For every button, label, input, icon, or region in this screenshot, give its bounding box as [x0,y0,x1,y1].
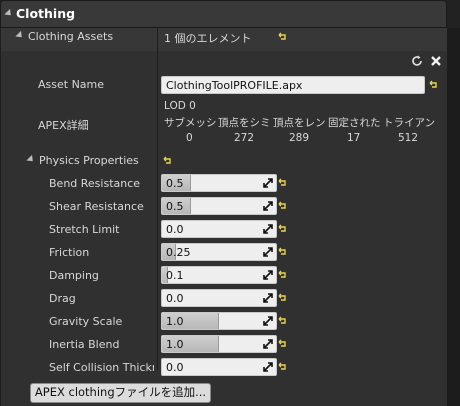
property-slider-field[interactable]: 0.0 [161,358,277,376]
property-value: 0.1 [166,269,184,282]
property-label: Damping [49,269,99,282]
reset-icon[interactable] [278,293,288,303]
clothing-assets-count: 1 個のエレメント [164,32,252,45]
reset-icon[interactable] [278,270,288,280]
expand-icon[interactable] [263,362,273,372]
lod-column-header: 頂点をシミ [218,117,270,129]
property-value: 0.25 [166,246,191,259]
property-slider-field[interactable]: 0.1 [161,266,277,284]
property-slider-field[interactable]: 0.5 [161,174,277,192]
lod-value: 289 [289,132,310,144]
lod-column-header: トライアン [383,117,436,129]
column-divider [157,50,158,370]
lod-title: LOD 0 [164,100,196,112]
property-label: Friction [49,246,90,259]
property-slider-field[interactable]: 0.0 [161,220,277,238]
property-slider-field[interactable]: 0.0 [161,289,277,307]
reset-icon[interactable] [278,316,288,326]
property-value: 1.0 [166,315,184,328]
lod-value: 0 [186,132,193,144]
asset-name-field[interactable]: ClothingToolPROFILE.apx [161,76,425,94]
refresh-icon[interactable] [411,55,423,67]
reset-icon[interactable] [278,339,288,349]
reset-icon[interactable] [429,80,439,90]
physics-properties-label: Physics Properties [39,154,139,167]
lod-value: 272 [234,132,255,144]
expand-icon[interactable] [263,224,273,234]
lod-column-header: 頂点をレン [273,117,325,129]
lod-value: 17 [347,132,361,144]
lod-column-header: 固定された [328,117,380,129]
property-label: Shear Resistance [49,200,144,213]
property-label: Inertia Blend [49,338,120,351]
property-label: Drag [49,292,76,305]
category-title: Clothing [16,6,76,21]
expand-icon[interactable] [263,201,273,211]
property-slider-field[interactable]: 0.25 [161,243,277,261]
add-apex-clothing-button[interactable]: APEX clothingファイルを追加... [30,383,211,403]
scrollbar-track[interactable] [447,28,460,406]
property-label: Self Collision Thickne [49,361,154,374]
property-value: 0.5 [166,200,184,213]
property-value: 0.0 [166,223,184,236]
expand-icon[interactable] [263,293,273,303]
property-slider-field[interactable]: 0.5 [161,197,277,215]
property-value: 1.0 [166,338,184,351]
lod-column-header: サブメッシ [164,117,216,129]
reset-icon[interactable] [278,201,288,211]
column-divider [157,28,158,50]
reset-icon[interactable] [278,224,288,234]
property-value: 0.0 [166,361,184,374]
property-value: 0.5 [166,177,184,190]
reset-icon[interactable] [278,247,288,257]
expand-icon[interactable] [263,316,273,326]
reset-icon[interactable] [278,362,288,372]
clothing-assets-label: Clothing Assets [28,30,114,43]
expand-icon[interactable] [263,247,273,257]
expand-icon[interactable] [263,270,273,280]
reset-icon[interactable] [278,32,288,42]
property-slider-field[interactable]: 1.0 [161,335,277,353]
property-label: Bend Resistance [49,177,141,190]
property-label: Stretch Limit [49,223,120,236]
lod-value: 512 [398,132,419,144]
reset-icon[interactable] [278,178,288,188]
apex-details-label: APEX詳細 [38,119,89,132]
close-icon[interactable] [430,55,442,67]
property-label: Gravity Scale [49,315,123,328]
property-value: 0.0 [166,292,184,305]
reset-icon[interactable] [163,156,173,166]
asset-name-label: Asset Name [38,78,105,91]
expand-icon[interactable] [263,339,273,349]
expand-icon[interactable] [263,178,273,188]
property-slider-field[interactable]: 1.0 [161,312,277,330]
